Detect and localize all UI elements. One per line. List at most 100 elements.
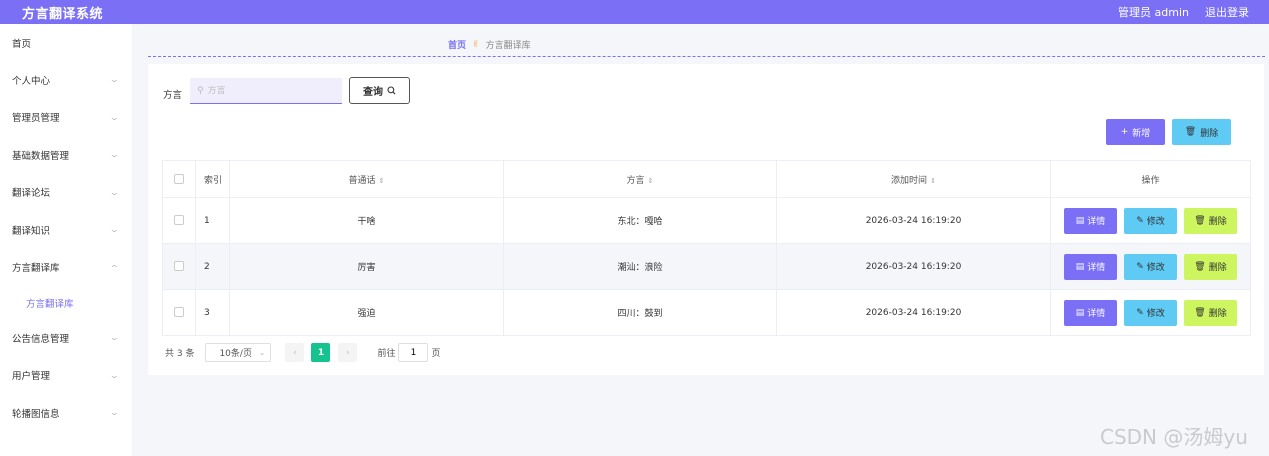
select-all-cell (162, 160, 196, 198)
row-ops: ▤ 详情 ✎ 修改 🗑 删除 (1050, 197, 1251, 244)
row-dialect: 东北：嘎哈 (503, 197, 777, 244)
goto-label: 前往 (377, 349, 396, 359)
sidebar-item-label: 公告信息管理 (12, 333, 70, 345)
header-dialect-label: 方言 (626, 175, 645, 186)
sidebar-item-label: 基础数据管理 (12, 150, 70, 162)
edit-button[interactable]: ✎ 修改 (1124, 207, 1177, 234)
row-dialect: 潮汕：浪险 (503, 243, 777, 290)
row-ops: ▤ 详情 ✎ 修改 🗑 删除 (1050, 289, 1251, 336)
detail-button[interactable]: ▤ 详情 (1064, 207, 1117, 234)
row-mandarin: 干啥 (229, 197, 504, 244)
search-input[interactable] (207, 85, 338, 96)
detail-button[interactable]: ▤ 详情 (1064, 253, 1117, 280)
sidebar-item-admin-management[interactable]: 管理员管理 ⌄ (0, 99, 132, 137)
breadcrumb: 首页 ✌ 方言翻译库 (448, 38, 531, 52)
goto-suffix: 页 (431, 349, 441, 359)
row-ops: ▤ 详情 ✎ 修改 🗑 删除 (1050, 243, 1251, 290)
delete-button[interactable]: 🗑 删除 (1184, 253, 1237, 280)
detail-icon: ▤ (1075, 307, 1085, 318)
row-dialect: 四川：鼓到 (503, 289, 777, 336)
trash-icon: 🗑 (1184, 127, 1197, 137)
edit-button-label: 修改 (1146, 263, 1165, 273)
sidebar-item-personal-center[interactable]: 个人中心 ⌄ (0, 61, 132, 99)
row-mandarin: 强迫 (229, 289, 504, 336)
header-mandarin[interactable]: 普通话 ⇕ (229, 160, 504, 198)
row-select-cell (162, 243, 196, 290)
bulk-delete-button[interactable]: 🗑 删除 (1172, 119, 1231, 145)
row-index: 2 (195, 243, 230, 290)
select-all-checkbox[interactable] (174, 173, 184, 184)
sidebar-item-label: 个人中心 (12, 75, 51, 87)
row-checkbox[interactable] (174, 215, 184, 226)
chevron-down-icon: ⌄ (109, 150, 121, 160)
edit-button[interactable]: ✎ 修改 (1124, 299, 1177, 326)
prev-page-button[interactable]: ‹ (285, 343, 305, 362)
header-dialect[interactable]: 方言 ⇕ (503, 160, 777, 198)
sidebar-item-dialect-library[interactable]: 方言翻译库 ⌄ (0, 249, 132, 287)
sidebar-item-carousel[interactable]: 轮播图信息 ⌄ (0, 394, 132, 432)
breadcrumb-separator-icon: ✌ (472, 39, 480, 50)
sidebar-item-label: 翻译知识 (12, 225, 51, 237)
page-size-value: 10条/页 (219, 349, 252, 359)
sidebar-item-label: 翻译论坛 (12, 188, 51, 200)
edit-button-label: 修改 (1146, 217, 1165, 227)
breadcrumb-home[interactable]: 首页 (448, 38, 466, 51)
row-select-cell (162, 197, 196, 244)
edit-button[interactable]: ✎ 修改 (1124, 253, 1177, 280)
sidebar-item-label: 首页 (12, 38, 32, 50)
row-index: 3 (195, 289, 230, 336)
edit-icon: ✎ (1136, 215, 1144, 226)
plus-icon: + (1120, 127, 1129, 137)
pagination-total: 共 3 条 (165, 349, 195, 359)
table-row: 1 干啥 东北：嘎哈 2026-03-24 16:19:20 ▤ 详情 ✎ 修改 🗑… (162, 197, 1251, 244)
header-ops: 操作 (1050, 160, 1251, 198)
row-checkbox[interactable] (174, 307, 184, 318)
add-button[interactable]: + 新增 (1106, 119, 1165, 145)
chevron-down-icon: ⌄ (109, 112, 121, 122)
delete-button[interactable]: 🗑 删除 (1184, 207, 1237, 234)
detail-icon: ▤ (1075, 261, 1085, 272)
next-page-button[interactable]: › (338, 343, 358, 362)
sidebar-item-label: 方言翻译库 (12, 263, 60, 275)
sort-icon[interactable]: ⇕ (379, 177, 385, 185)
chevron-down-icon: ⌄ (109, 408, 121, 418)
chevron-up-icon: ⌄ (109, 262, 121, 272)
edit-button-label: 修改 (1146, 309, 1165, 319)
row-select-cell (162, 289, 196, 336)
sidebar-item-base-data[interactable]: 基础数据管理 ⌄ (0, 136, 132, 174)
table-header-row: 索引 普通话 ⇕ 方言 ⇕ 添加时间 ⇕ 操作 (162, 160, 1251, 198)
query-button-label: 查询 (363, 87, 383, 98)
sort-icon[interactable]: ⇕ (648, 177, 654, 185)
goto-page-input[interactable] (398, 343, 429, 362)
sidebar-subitem-dialect-library[interactable]: 方言翻译库 (0, 286, 132, 319)
search-field[interactable]: ⚲ (190, 78, 342, 104)
sidebar-item-translation-knowledge[interactable]: 翻译知识 ⌄ (0, 211, 132, 249)
sidebar-item-user-management[interactable]: 用户管理 ⌄ (0, 357, 132, 395)
sidebar-item-translation-forum[interactable]: 翻译论坛 ⌄ (0, 174, 132, 212)
sidebar-item-announcements[interactable]: 公告信息管理 ⌄ (0, 319, 132, 357)
row-checkbox[interactable] (174, 261, 184, 272)
table-row: 3 强迫 四川：鼓到 2026-03-24 16:19:20 ▤ 详情 ✎ 修改 🗑… (162, 289, 1251, 336)
page-number-button[interactable]: 1 (311, 343, 331, 362)
chevron-down-icon: ⌄ (109, 75, 121, 85)
current-user-link[interactable]: 管理员 admin (1118, 4, 1189, 20)
header-mandarin-label: 普通话 (348, 175, 376, 186)
breadcrumb-divider (148, 56, 1265, 57)
trash-icon: 🗑 (1194, 307, 1206, 318)
search-label: 方言 (163, 90, 183, 101)
sort-icon[interactable]: ⇕ (930, 177, 936, 185)
sidebar-item-home[interactable]: 首页 (0, 24, 132, 61)
top-bar-actions: 管理员 admin 退出登录 (1118, 4, 1249, 20)
page-size-select[interactable]: 10条/页 ⌄ (205, 343, 272, 362)
delete-button-label: 删除 (1208, 263, 1227, 273)
header-added-time[interactable]: 添加时间 ⇕ (776, 160, 1051, 198)
row-index: 1 (195, 197, 230, 244)
detail-button[interactable]: ▤ 详情 (1064, 299, 1117, 326)
delete-button[interactable]: 🗑 删除 (1184, 299, 1237, 326)
chevron-down-icon: ⌄ (109, 187, 121, 197)
header-index: 索引 (195, 160, 230, 198)
chevron-down-icon: ⌄ (258, 348, 266, 357)
logout-link[interactable]: 退出登录 (1205, 4, 1249, 20)
sidebar-item-label: 管理员管理 (12, 113, 60, 125)
query-button[interactable]: 查询 (349, 77, 410, 104)
